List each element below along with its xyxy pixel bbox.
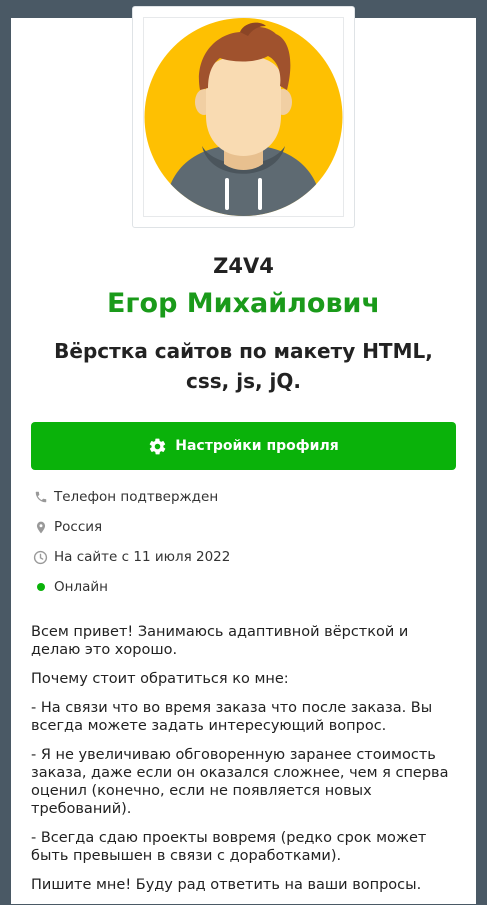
online-status: Онлайн: [54, 579, 108, 595]
full-name: Егор Михайлович: [106, 288, 381, 319]
info-member-since: На сайте с 11 июля 2022: [33, 549, 230, 565]
avatar-frame: [132, 6, 355, 228]
member-since: На сайте с 11 июля 2022: [54, 549, 231, 565]
country: Россия: [54, 519, 103, 535]
about-paragraph: Всем привет! Занимаюсь адаптивной вёрстк…: [31, 624, 409, 658]
about-paragraph: - Всегда сдаю проекты вовремя (редко сро…: [31, 830, 427, 864]
avatar-illustration: [144, 18, 343, 216]
phone-status: Телефон подтвержден: [54, 489, 219, 505]
username: Z4V4: [213, 254, 274, 278]
specialization: Вёрстка сайтов по макету HTML, css, js, …: [54, 339, 433, 393]
online-dot-icon: [33, 580, 48, 595]
info-country: Россия: [33, 519, 102, 535]
about-paragraph: - На связи что во время заказа что после…: [31, 700, 433, 734]
about-paragraph: - Я не увеличиваю обговоренную заранее с…: [31, 747, 449, 817]
info-status: Онлайн: [33, 579, 108, 595]
profile-settings-button[interactable]: Настройки профиля: [31, 422, 456, 470]
clock-icon: [33, 550, 48, 565]
about-paragraph: Пишите мне! Буду рад ответить на ваши во…: [31, 877, 422, 893]
info-phone: Телефон подтвержден: [33, 489, 218, 505]
settings-button-label: Настройки профиля: [175, 438, 339, 454]
location-pin-icon: [33, 520, 48, 535]
about-paragraph: Почему стоит обратиться ко мне:: [31, 671, 289, 687]
gear-icon: [148, 437, 167, 456]
avatar: [143, 17, 344, 217]
about-section: Всем привет! Занимаюсь адаптивной вёрстк…: [31, 623, 456, 905]
phone-icon: [33, 490, 48, 505]
